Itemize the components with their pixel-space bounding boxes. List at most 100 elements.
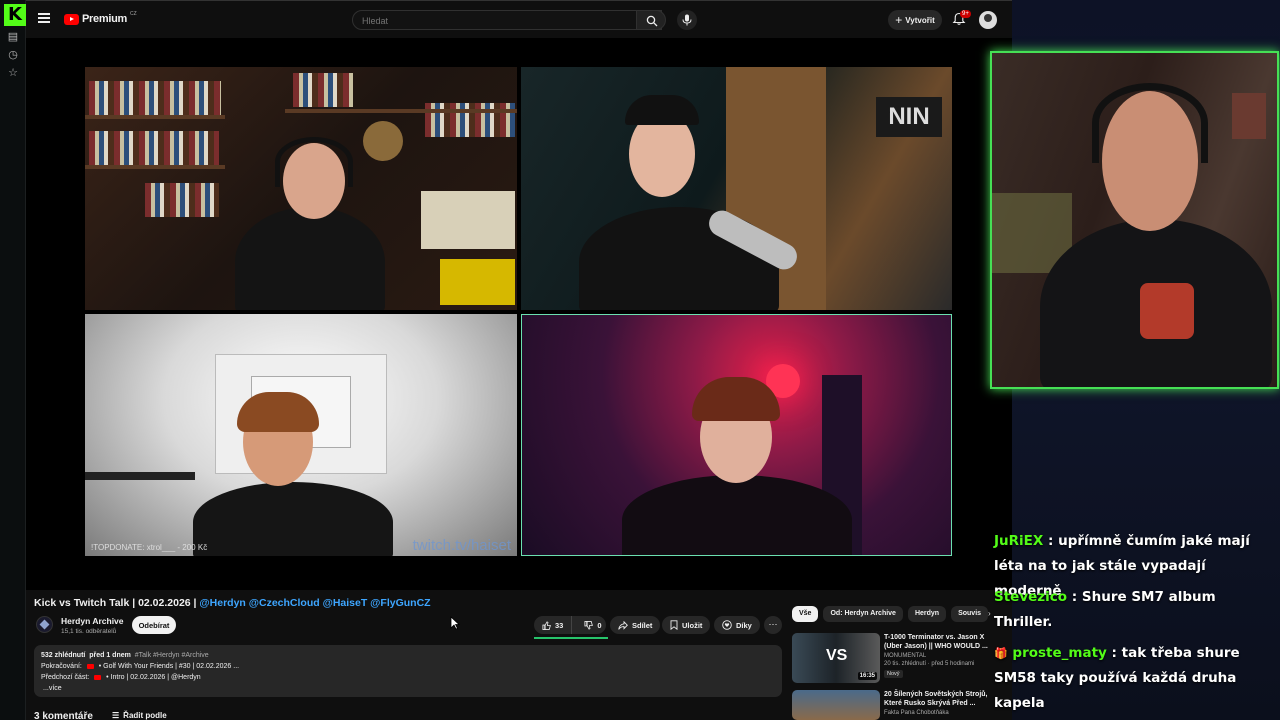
video-title[interactable]: T-1000 Terminator vs. Jason X (Uber Jaso… <box>884 633 988 651</box>
chip-herdyn[interactable]: Herdyn <box>907 606 947 622</box>
save-button[interactable]: Uložit <box>662 616 711 634</box>
thumbs-up-icon <box>542 620 551 630</box>
thumbs-down-icon <box>584 620 594 630</box>
menu-icon[interactable] <box>38 13 50 23</box>
dislike-button[interactable]: 0 <box>576 616 609 634</box>
screen: K ▤ ◷ ☆ Premium CZ + Vytvořit 9+ <box>0 0 1280 720</box>
video-title-mentions[interactable]: @Herdyn @CzechCloud @HaiseT @FlyGunCZ <box>199 597 430 609</box>
recommendation-chips: Vše Od: Herdyn Archive Herdyn Souvis <box>792 606 989 622</box>
youtube-mini-icon <box>94 674 102 680</box>
dislike-count: 0 <box>597 620 602 630</box>
account-avatar[interactable] <box>979 11 997 29</box>
chevron-right-icon[interactable]: › <box>988 609 991 618</box>
chip-all[interactable]: Vše <box>792 606 819 622</box>
video-title-text: Kick vs Twitch Talk | 02.02.2026 | <box>34 597 197 609</box>
channel-name[interactable]: Herdyn Archive <box>61 616 124 626</box>
search-input[interactable] <box>353 12 661 30</box>
plus-icon: + <box>895 13 903 27</box>
poster-decor <box>440 259 515 305</box>
bookmark-icon <box>670 620 678 630</box>
kick-logo[interactable]: K <box>4 4 26 26</box>
brand-text: Premium <box>82 13 127 25</box>
share-button[interactable]: Sdílet <box>610 616 661 634</box>
description-previous-part: Předchozí část: • Intro | 02.02.2026 | @… <box>41 674 201 681</box>
chat-separator: : <box>1071 589 1082 605</box>
share-icon <box>618 620 628 630</box>
gift-icon: 🎁 <box>994 647 1008 660</box>
globe-decor <box>363 121 403 161</box>
chat-separator: : <box>1111 645 1122 661</box>
video-meta: 20 tis. zhlédnutí · před 5 hodinami <box>884 661 975 667</box>
youtube-mini-icon <box>86 663 94 669</box>
kick-sidebar: K ▤ ◷ ☆ <box>0 0 26 720</box>
like-dislike-group: 33 0 <box>534 616 606 634</box>
wall-poster: NIN <box>876 97 942 137</box>
shirt-graphic <box>1140 283 1194 339</box>
comments-count: 3 komentáře <box>34 711 93 720</box>
chat-message: 🎁 proste_maty : tak třeba shure SM58 tak… <box>994 641 1274 716</box>
video-details: Kick vs Twitch Talk | 02.02.2026 | @Herd… <box>26 590 1012 720</box>
video-tile-3: !TOPDONATE: xtrol___ - 200 Kč twitch.tv/… <box>85 314 517 556</box>
voice-search-button[interactable] <box>677 10 697 30</box>
sort-icon: ☰ <box>112 711 120 720</box>
channel-avatar[interactable] <box>36 616 53 633</box>
chat-username[interactable]: proste_maty <box>1012 645 1106 661</box>
video-thumbnail[interactable] <box>792 690 880 720</box>
thanks-heart-icon <box>722 620 732 630</box>
chat-username[interactable]: Stevezico <box>994 589 1067 605</box>
create-button[interactable]: + Vytvořit <box>888 10 942 30</box>
like-button[interactable]: 33 <box>534 616 573 634</box>
description-stats: 532 zhlédnutí před 1 dnem #Talk #Herdyn … <box>41 652 209 659</box>
chip-from-channel[interactable]: Od: Herdyn Archive <box>823 606 903 622</box>
history-icon[interactable]: ◷ <box>6 48 20 62</box>
recommended-video-1[interactable]: VS 16:35 T-1000 Terminator vs. Jason X (… <box>792 633 992 687</box>
chip-related[interactable]: Souvis <box>951 606 989 622</box>
library-icon[interactable]: ▤ <box>6 30 20 44</box>
wall-picture <box>1232 93 1266 139</box>
hair <box>237 392 319 432</box>
twitch-watermark: twitch.tv/haiset <box>412 537 511 554</box>
subscribe-button[interactable]: Odebírat <box>132 616 176 634</box>
youtube-header: Premium CZ + Vytvořit 9+ <box>26 0 1012 38</box>
thanks-button[interactable]: Díky <box>714 616 760 634</box>
recommended-video-2[interactable]: 20 Šílených Sovětských Strojů, Které Rus… <box>792 690 992 720</box>
subscriber-count: 15,1 tis. odběratelů <box>61 628 117 635</box>
mouse-cursor-icon <box>450 616 460 630</box>
cap <box>625 95 699 125</box>
facecam-frame <box>990 51 1279 389</box>
save-label: Uložit <box>682 620 703 630</box>
youtube-play-icon <box>64 13 79 25</box>
youtube-logo[interactable]: Premium CZ <box>64 11 137 25</box>
search-icon <box>646 15 658 27</box>
video-player[interactable]: NIN !TOPDONATE: xtrol___ - 200 Kč twitch… <box>26 38 1012 590</box>
search-button[interactable] <box>636 10 666 30</box>
star-icon[interactable]: ☆ <box>6 66 20 80</box>
mic-arm <box>85 472 195 480</box>
sort-comments-button[interactable]: ☰ Řadit podle <box>112 711 167 720</box>
description-next-part: Pokračování: • Golf With Your Friends | … <box>41 663 240 670</box>
video-channel[interactable]: MONUMENTAL <box>884 653 926 659</box>
headset <box>1092 83 1208 163</box>
streamer-body <box>193 482 393 556</box>
video-title: Kick vs Twitch Talk | 02.02.2026 | @Herd… <box>34 597 431 609</box>
video-channel[interactable]: Fakta Pana Chobotňáka <box>884 710 949 716</box>
wall-frames <box>421 191 515 249</box>
sort-label: Řadit podle <box>123 711 167 720</box>
chat-separator: : <box>1048 533 1059 549</box>
more-actions-icon[interactable]: ⋯ <box>764 616 782 634</box>
notification-count-badge: 9+ <box>960 10 971 18</box>
description-more-link[interactable]: ...více <box>41 683 775 694</box>
thumbnail-text: VS <box>826 647 848 664</box>
like-ratio-bar <box>534 637 608 639</box>
chat-username[interactable]: JuRiEX <box>994 533 1043 549</box>
video-tile-1 <box>85 67 517 310</box>
create-label: Vytvořit <box>905 15 935 25</box>
donation-overlay: !TOPDONATE: xtrol___ - 200 Kč <box>91 543 208 552</box>
chat-message: Stevezico : Shure SM7 album Thriller. <box>994 585 1274 635</box>
video-title[interactable]: 20 Šílených Sovětských Strojů, Které Rus… <box>884 690 988 708</box>
video-thumbnail[interactable]: VS 16:35 <box>792 633 880 683</box>
thanks-label: Díky <box>736 620 752 630</box>
video-tile-4 <box>521 314 952 556</box>
region-code: CZ <box>129 11 137 17</box>
description-box[interactable]: 532 zhlédnutí před 1 dnem #Talk #Herdyn … <box>34 645 782 697</box>
